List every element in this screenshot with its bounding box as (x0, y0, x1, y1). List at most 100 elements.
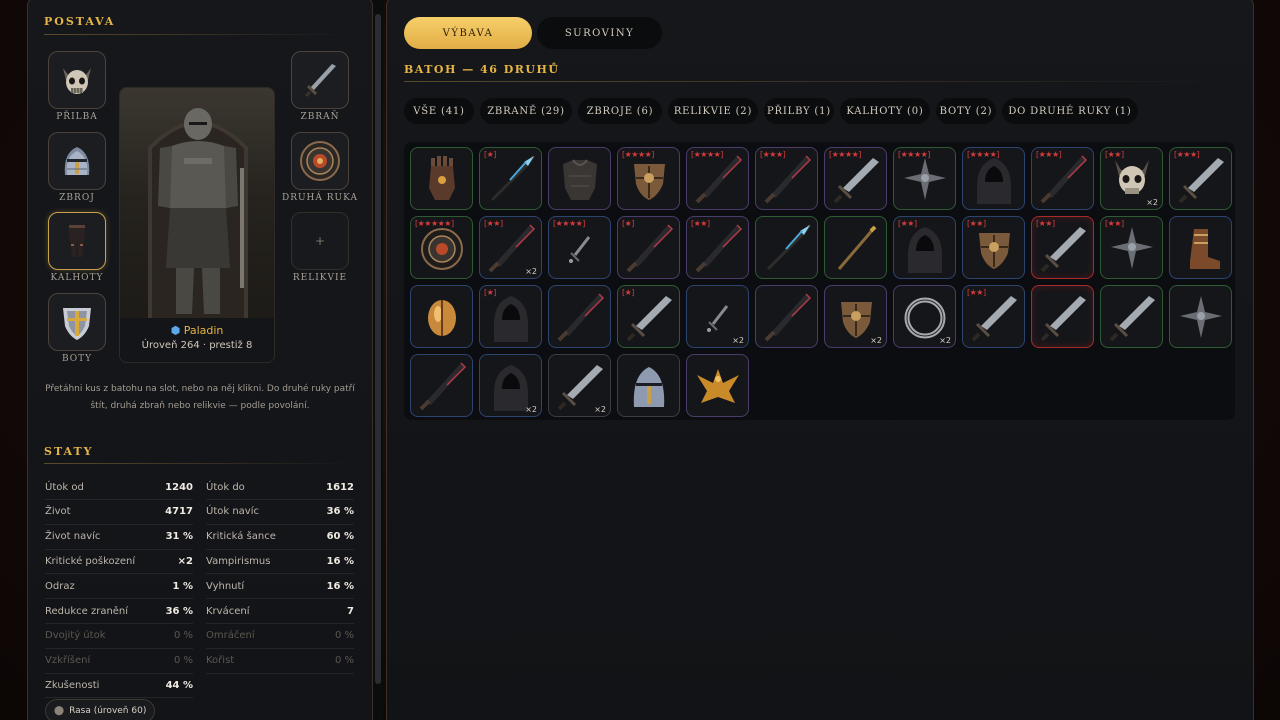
item-stars: [★★★★] (829, 150, 861, 159)
inventory-item[interactable]: [★★] (1031, 216, 1094, 279)
stat-row: Odraz 1 % (45, 574, 193, 600)
stat-label: Krvácení (206, 605, 250, 617)
boot-icon (1190, 229, 1220, 269)
stat-row: Vyhnutí 16 % (206, 574, 354, 600)
inventory-item[interactable]: [★★★★] (893, 147, 956, 210)
inventory-item[interactable]: ×2 (479, 354, 542, 417)
inventory-item[interactable]: [★★★] (1031, 147, 1094, 210)
scrollbar-thumb[interactable] (375, 14, 381, 684)
stat-value: 0 % (173, 630, 193, 642)
inventory-item[interactable]: [★★] (686, 216, 749, 279)
inventory-item[interactable] (548, 285, 611, 348)
inventory-item[interactable] (1169, 285, 1232, 348)
item-stars: [★★★★★] (415, 219, 454, 228)
round-shield-icon (300, 141, 340, 181)
inventory-item[interactable]: [★★] (893, 216, 956, 279)
tab-equipment[interactable]: VÝBAVA (404, 17, 532, 49)
inventory-item[interactable] (1169, 216, 1232, 279)
stat-label: Vyhnutí (206, 580, 245, 592)
inventory-item[interactable]: ×2 (686, 285, 749, 348)
offhand-slot[interactable] (291, 132, 349, 190)
inventory-item[interactable] (410, 354, 473, 417)
stat-row: Zkušenosti 44 % (45, 673, 193, 699)
relic-slot[interactable]: + (291, 212, 349, 270)
stat-label: Útok navíc (206, 506, 259, 518)
inventory-item[interactable]: [★] (479, 147, 542, 210)
blade-icon (419, 362, 467, 411)
inventory-item[interactable]: [★] (617, 285, 680, 348)
race-chip[interactable]: ⬤ Rasa (úroveň 60) (45, 699, 156, 720)
inventory-item[interactable]: [★★★] (755, 147, 818, 210)
inventory-item[interactable] (410, 147, 473, 210)
item-quantity: ×2 (1146, 198, 1158, 207)
weapon-slot[interactable] (291, 51, 349, 109)
portrait-caption: ⬢ Paladin Úroveň 264 · prestiž 8 (120, 318, 274, 362)
stat-label: Vampirismus (206, 555, 271, 567)
item-stars: [★★★★] (622, 150, 654, 159)
star-relic-icon (1180, 296, 1222, 338)
inventory-item[interactable]: [★★] (962, 216, 1025, 279)
inventory-item[interactable]: [★★] ×2 (479, 216, 542, 279)
filter-chip[interactable]: ZBRANĚ (29) (480, 98, 572, 124)
inventory-item[interactable]: ×2 (893, 285, 956, 348)
item-stars: [★★★] (1174, 150, 1200, 159)
inventory-item[interactable]: [★★★★] (548, 216, 611, 279)
left-scrollbar[interactable] (373, 0, 383, 720)
item-stars: [★] (484, 150, 496, 159)
skull-helm-icon (63, 68, 91, 94)
inventory-title: BATOH — 46 DRUHŮ (404, 63, 560, 76)
inventory-item[interactable] (755, 285, 818, 348)
stat-value: 1 % (172, 580, 193, 592)
armor-slot[interactable] (48, 132, 106, 190)
stat-row: Redukce zranění 36 % (45, 599, 193, 624)
inventory-item[interactable]: [★★★★] (686, 147, 749, 210)
filter-chip[interactable]: VŠE (41) (404, 98, 474, 124)
inventory-item[interactable]: ×2 (548, 354, 611, 417)
stat-row: Dvojitý útok 0 % (45, 624, 193, 649)
inventory-item[interactable]: [★★] (962, 285, 1025, 348)
inventory-item[interactable] (617, 354, 680, 417)
filter-chip[interactable]: ZBROJE (6) (578, 98, 662, 124)
stat-value: 0 % (173, 655, 193, 667)
filter-chip[interactable]: BOTY (2) (936, 98, 996, 124)
inventory-item[interactable]: [★★] (1100, 216, 1163, 279)
inventory-item[interactable] (824, 216, 887, 279)
stat-value: 44 % (165, 679, 193, 691)
sword-icon (304, 64, 336, 98)
inventory-item[interactable]: [★] (617, 216, 680, 279)
filter-chip[interactable]: PŘILBY (1) (764, 98, 834, 124)
inventory-item[interactable]: [★★★★] (962, 147, 1025, 210)
filter-chip[interactable]: RELIKVIE (2) (668, 98, 758, 124)
inventory-item[interactable] (410, 285, 473, 348)
inventory-item[interactable]: [★★★] (1169, 147, 1232, 210)
inventory-item[interactable] (1031, 285, 1094, 348)
inventory-item[interactable] (755, 216, 818, 279)
helmet-slot[interactable] (48, 51, 106, 109)
stat-label: Omráčení (206, 630, 255, 642)
blade-icon (557, 293, 605, 342)
inventory-item[interactable]: [★★★★] (824, 147, 887, 210)
item-stars: [★★] (1105, 219, 1124, 228)
stat-value: 36 % (326, 506, 354, 518)
boots-slot-label: BOTY (61, 354, 93, 364)
item-stars: [★★] (967, 219, 986, 228)
gauntlet-icon (429, 156, 455, 200)
filter-chip[interactable]: KALHOTY (0) (840, 98, 930, 124)
inventory-item[interactable]: [★★★★] (617, 147, 680, 210)
inventory-item[interactable]: [★★★★★] (410, 216, 473, 279)
stat-row: Život navíc 31 % (45, 525, 193, 550)
tab-materials[interactable]: SUROVINY (537, 17, 662, 49)
pants-slot[interactable] (48, 212, 106, 270)
stat-value: 1612 (326, 481, 354, 493)
boots-slot[interactable] (48, 293, 106, 351)
item-stars: [★★★★] (967, 150, 999, 159)
inventory-item[interactable]: ×2 (824, 285, 887, 348)
filter-chip[interactable]: DO DRUHÉ RUKY (1) (1002, 98, 1138, 124)
stat-row: Krvácení 7 (206, 599, 354, 624)
inventory-item[interactable] (1100, 285, 1163, 348)
inventory-item[interactable]: [★] (479, 285, 542, 348)
inventory-item[interactable] (686, 354, 749, 417)
inventory-item[interactable] (548, 147, 611, 210)
weapon-slot-label: ZBRAŇ (300, 112, 340, 122)
inventory-item[interactable]: [★★] ×2 (1100, 147, 1163, 210)
